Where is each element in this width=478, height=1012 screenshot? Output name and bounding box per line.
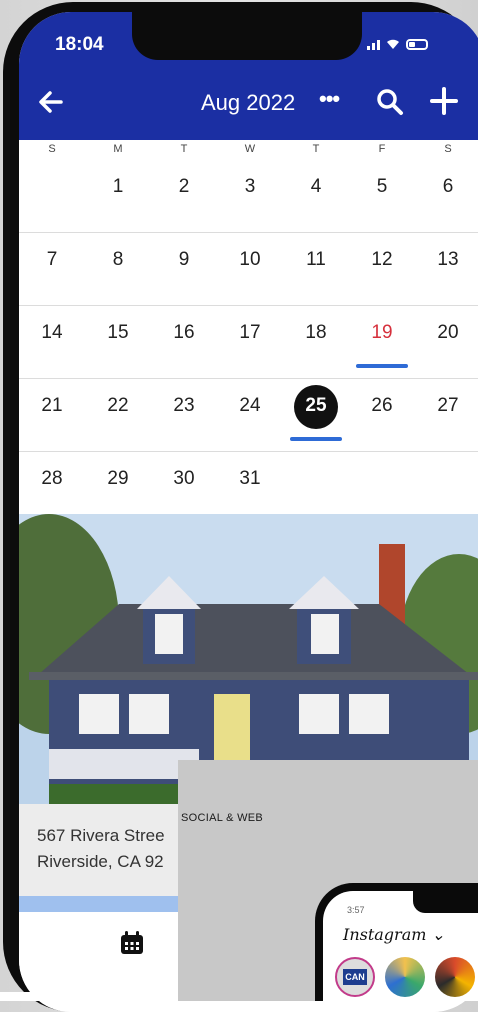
day-cell[interactable]: 5 (349, 176, 415, 198)
panel-label: SOCIAL & WEB (181, 812, 264, 824)
back-arrow-icon[interactable] (37, 88, 65, 116)
day-cell[interactable]: 12 (349, 249, 415, 271)
day-cell[interactable]: 15 (85, 322, 151, 344)
day-cell[interactable]: 6 (415, 176, 478, 198)
week-row: 1 2 3 4 5 6 (19, 160, 478, 233)
nav-row: Aug 2022 ••• (19, 82, 478, 124)
story-label: CAN (343, 969, 367, 985)
calendar-grid: 1 2 3 4 5 6 7 8 9 10 11 12 13 14 15 16 1… (19, 160, 478, 525)
day-cell[interactable]: 1 (85, 176, 151, 198)
day-cell[interactable]: 16 (151, 322, 217, 344)
day-cell[interactable]: 8 (85, 249, 151, 271)
today-underline (356, 364, 408, 368)
weekday-label: W (244, 143, 256, 155)
more-icon[interactable]: ••• (319, 88, 340, 110)
day-cell[interactable]: 27 (415, 395, 478, 417)
day-cell[interactable]: 31 (217, 468, 283, 490)
status-icons (367, 38, 428, 50)
day-cell[interactable]: 2 (151, 176, 217, 198)
social-web-panel: SOCIAL & WEB 3:57 Instagram ⌄ CAN (178, 760, 478, 1001)
day-cell[interactable]: 13 (415, 249, 478, 271)
day-cell[interactable]: 9 (151, 249, 217, 271)
day-cell[interactable]: 28 (19, 468, 85, 490)
calendar-icon[interactable] (119, 930, 145, 956)
weekday-label: M (113, 143, 123, 155)
battery-icon (406, 38, 428, 50)
search-icon[interactable] (375, 87, 405, 117)
day-cell-today[interactable]: 19 (349, 322, 415, 344)
day-cell-selected[interactable]: 25 (283, 395, 349, 417)
phone-notch (132, 12, 362, 60)
week-row: 21 22 23 24 25 26 27 (19, 379, 478, 452)
day-cell[interactable]: 10 (217, 249, 283, 271)
day-cell[interactable]: 21 (19, 395, 85, 417)
day-cell[interactable]: 3 (217, 176, 283, 198)
weekday-label: S (48, 143, 56, 155)
story-avatar[interactable]: CAN (335, 957, 375, 997)
weekday-header: S M T W T F S (19, 140, 478, 161)
day-cell[interactable]: 30 (151, 468, 217, 490)
weekday-label: T (312, 143, 320, 155)
week-row: 7 8 9 10 11 12 13 (19, 233, 478, 306)
week-row: 14 15 16 17 18 19 20 (19, 306, 478, 379)
status-time: 18:04 (55, 34, 104, 55)
story-avatar[interactable] (385, 957, 425, 997)
day-cell[interactable]: 20 (415, 322, 478, 344)
day-cell[interactable]: 7 (19, 249, 85, 271)
story-avatar[interactable] (435, 957, 475, 997)
instagram-title[interactable]: Instagram ⌄ (343, 925, 445, 944)
phone-notch (413, 891, 478, 913)
instagram-phone: 3:57 Instagram ⌄ CAN (315, 883, 478, 1001)
caption-strip (0, 992, 60, 1001)
address-line-2: Riverside, CA 92 (37, 852, 164, 871)
day-cell[interactable]: 24 (217, 395, 283, 417)
day-cell[interactable]: 11 (283, 249, 349, 271)
day-cell[interactable]: 18 (283, 322, 349, 344)
day-cell[interactable]: 17 (217, 322, 283, 344)
month-title[interactable]: Aug 2022 (201, 90, 295, 116)
weekday-label: S (444, 143, 452, 155)
selected-underline (290, 437, 342, 441)
day-cell[interactable]: 22 (85, 395, 151, 417)
status-time: 3:57 (347, 905, 365, 915)
address-line-1: 567 Rivera Stree (37, 826, 165, 845)
signal-icon (367, 38, 380, 50)
add-icon[interactable] (429, 85, 459, 117)
day-cell[interactable]: 26 (349, 395, 415, 417)
instagram-screen: 3:57 Instagram ⌄ CAN (323, 891, 478, 1001)
day-cell[interactable]: 23 (151, 395, 217, 417)
weekday-label: T (180, 143, 188, 155)
wifi-icon (387, 39, 399, 49)
day-cell[interactable]: 29 (85, 468, 151, 490)
day-cell[interactable]: 4 (283, 176, 349, 198)
weekday-label: F (378, 143, 386, 155)
day-cell[interactable]: 14 (19, 322, 85, 344)
